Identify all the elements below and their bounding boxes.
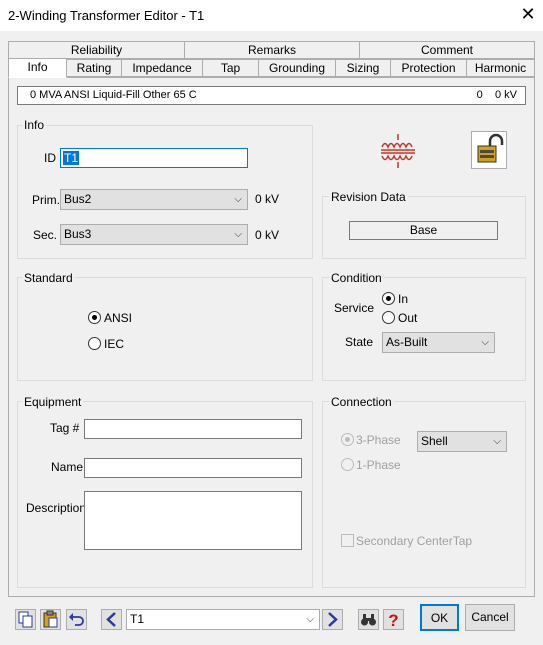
name-field[interactable] [84, 458, 302, 478]
tab-sizing[interactable]: Sizing [335, 59, 391, 77]
undo-icon [69, 613, 84, 626]
condition-group [322, 277, 526, 381]
element-select[interactable]: T1 ⌵ [126, 609, 320, 630]
prim-kv: 0 kV [255, 192, 280, 206]
condition-group-label: Condition [329, 271, 384, 285]
id-field[interactable]: T1 [60, 148, 248, 168]
help-button[interactable]: ? [383, 609, 404, 630]
state-value: As-Built [386, 335, 428, 349]
svg-text:?: ? [388, 611, 398, 629]
description-field[interactable] [84, 491, 302, 550]
state-select[interactable]: As-Built ⌵ [382, 332, 495, 353]
id-value: T1 [63, 151, 80, 165]
lock-icon [477, 133, 504, 163]
chevron-down-icon: ⌵ [493, 436, 501, 447]
prim-bus-value: Bus2 [64, 192, 92, 206]
previous-button[interactable] [101, 609, 122, 630]
sec-bus-value: Bus3 [64, 227, 92, 241]
cancel-button[interactable]: Cancel [465, 604, 515, 631]
standard-group [17, 277, 313, 381]
info-group-label: Info [22, 118, 47, 132]
previous-arrow-icon [106, 612, 116, 627]
revision-value: Base [349, 221, 498, 240]
element-value: T1 [130, 612, 145, 626]
connection-type-select[interactable]: Shell ⌵ [417, 431, 507, 452]
summary-bar: 0 MVA ANSI Liquid-Fill Other 65 C 0 0 kV [17, 86, 526, 105]
tag-label: Tag # [50, 421, 80, 435]
tab-grounding[interactable]: Grounding [258, 59, 336, 77]
standard-group-label: Standard [22, 271, 75, 285]
chevron-down-icon: ⌵ [234, 194, 242, 205]
next-button[interactable] [322, 609, 343, 630]
prim-label: Prim. [32, 193, 60, 207]
prim-bus-select[interactable]: Bus2 ⌵ [60, 189, 248, 210]
lock-button[interactable] [471, 131, 507, 169]
tab-tap[interactable]: Tap [202, 59, 259, 77]
three-phase-label: 3-Phase [356, 433, 401, 447]
tab-reliability[interactable]: Reliability [8, 41, 185, 59]
one-phase-radio[interactable] [341, 458, 354, 471]
iec-label: IEC [104, 337, 125, 351]
service-in-radio[interactable] [382, 292, 395, 305]
window-title: 2-Winding Transformer Editor - T1 [8, 8, 205, 23]
undo-button[interactable] [66, 609, 87, 630]
iec-radio[interactable] [88, 337, 101, 350]
service-out-label: Out [398, 311, 418, 325]
centertap-checkbox[interactable] [341, 534, 354, 547]
sec-kv: 0 kV [255, 228, 280, 242]
name-label: Name [51, 460, 84, 474]
tab-protection[interactable]: Protection [390, 59, 467, 77]
id-label: ID [44, 151, 56, 165]
sec-bus-select[interactable]: Bus3 ⌵ [60, 224, 248, 245]
tab-remarks[interactable]: Remarks [184, 41, 360, 59]
service-in-label: In [398, 292, 409, 306]
chevron-down-icon: ⌵ [306, 614, 314, 625]
tab-impedance[interactable]: Impedance [121, 59, 203, 77]
centertap-label: Secondary CenterTap [356, 534, 473, 548]
find-button[interactable] [358, 609, 379, 630]
summary-left: 0 MVA ANSI Liquid-Fill Other 65 C [30, 89, 197, 101]
tab-rating[interactable]: Rating [66, 59, 122, 77]
transformer-symbol-icon [381, 134, 415, 168]
copy-icon [18, 611, 33, 628]
state-label: State [345, 335, 374, 349]
service-out-radio[interactable] [382, 311, 395, 324]
connection-type-value: Shell [421, 434, 448, 448]
chevron-down-icon: ⌵ [481, 337, 489, 348]
paste-icon [43, 610, 58, 628]
equipment-group-label: Equipment [22, 395, 84, 409]
help-icon: ? [388, 611, 398, 630]
one-phase-label: 1-Phase [356, 458, 401, 472]
next-arrow-icon [328, 612, 338, 627]
description-label: Description [26, 501, 87, 515]
ansi-radio[interactable] [88, 311, 101, 324]
copy-button[interactable] [15, 609, 36, 630]
tag-field[interactable] [84, 419, 302, 439]
close-icon[interactable]: ✕ [517, 3, 539, 25]
tab-harmonic[interactable]: Harmonic [466, 59, 535, 77]
connection-group-label: Connection [329, 395, 394, 409]
chevron-down-icon: ⌵ [234, 229, 242, 240]
paste-button[interactable] [40, 609, 61, 630]
three-phase-radio[interactable] [341, 433, 354, 446]
tab-info[interactable]: Info [8, 58, 67, 78]
summary-right: 0 0 kV [476, 89, 517, 101]
revision-group-label: Revision Data [329, 190, 408, 204]
connection-group [322, 401, 526, 588]
tab-comment[interactable]: Comment [359, 41, 535, 59]
sec-label: Sec. [33, 228, 58, 242]
binoculars-icon [361, 614, 376, 626]
ansi-label: ANSI [104, 311, 133, 325]
service-label: Service [334, 301, 375, 315]
ok-button[interactable]: OK [420, 604, 459, 631]
